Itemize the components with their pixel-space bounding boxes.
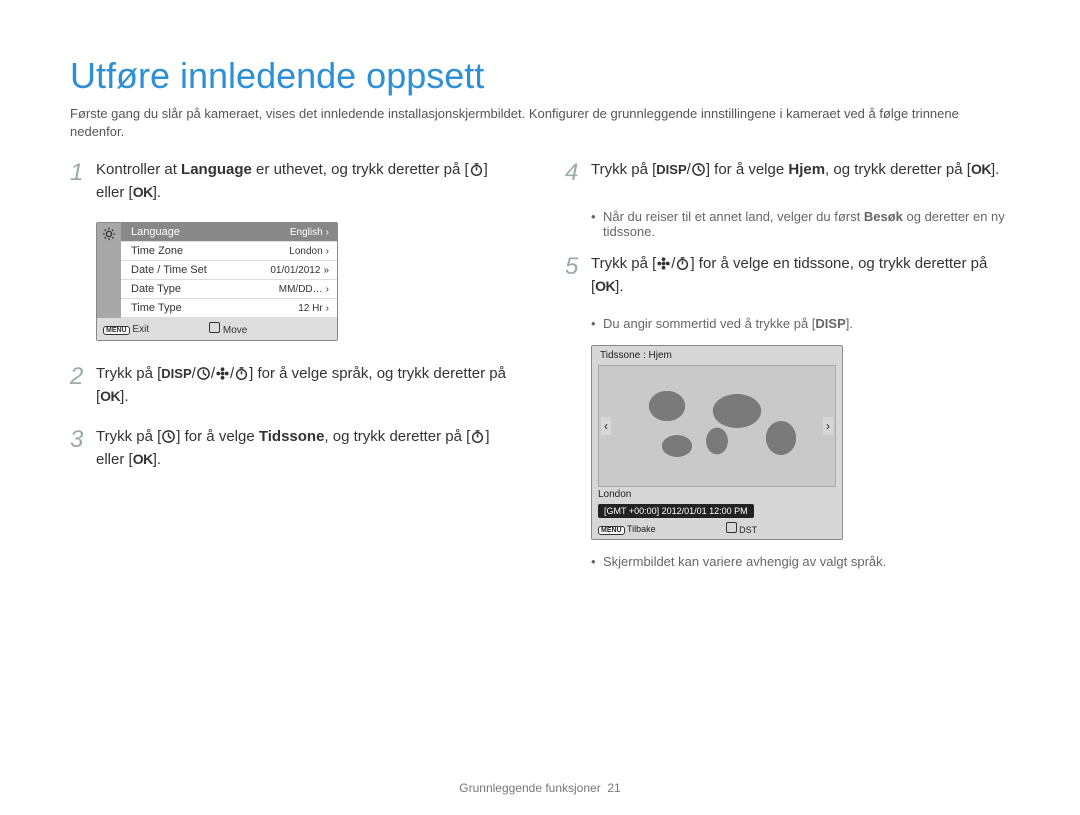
step-text: ]. <box>991 161 999 178</box>
settings-label: Date / Time Set <box>131 264 207 276</box>
step-number: 4 <box>565 155 591 191</box>
step-text: Trykk på [ <box>591 161 656 178</box>
note-item: Du angir sommertid ved å trykke på [DISP… <box>591 316 1010 331</box>
flower-icon <box>215 366 230 381</box>
settings-value: London <box>289 246 322 257</box>
step-1: 1 Kontroller at Language er uthevet, og … <box>70 159 515 204</box>
disp-icon: DISP <box>815 316 845 331</box>
settings-row-datetime: Date / Time Set 01/01/2012» <box>121 261 337 280</box>
step-text: ]. <box>120 388 128 405</box>
ok-icon: OK <box>133 451 153 467</box>
map-city: London <box>598 489 631 500</box>
step-text: Trykk på [ <box>96 428 161 445</box>
chevron-right-icon: › <box>326 284 329 295</box>
footer-section: Grunnleggende funksjoner <box>459 781 600 795</box>
note-list: Skjermbildet kan variere avhengig av val… <box>591 554 1010 569</box>
settings-value: MM/DD… <box>279 284 323 295</box>
chevron-right-icon: › <box>326 303 329 314</box>
page-footer: Grunnleggende funksjoner 21 <box>0 781 1080 795</box>
step-number: 3 <box>70 422 96 471</box>
step-text: er uthevet, og trykk deretter på [ <box>252 161 469 178</box>
step-text: Trykk på [ <box>591 255 656 272</box>
step-number: 2 <box>70 359 96 408</box>
step-2: 2 Trykk på [DISP///] for å velge språk, … <box>70 363 515 408</box>
back-label: Tilbake <box>627 524 656 534</box>
move-label: Move <box>223 325 247 336</box>
step-text: Kontroller at <box>96 161 181 178</box>
step-number: 1 <box>70 155 96 204</box>
settings-value: 12 Hr <box>298 303 322 314</box>
timezone-screenshot: Tidssone : Hjem ‹ › London [GMT +00:00] … <box>591 345 843 540</box>
step-text: ] for å velge <box>176 428 259 445</box>
clockface-icon <box>691 162 706 177</box>
note-list: Du angir sommertid ved å trykke på [DISP… <box>591 316 1010 331</box>
step-4: 4 Trykk på [DISP/] for å velge Hjem, og … <box>565 159 1010 191</box>
step-text: , og trykk deretter på [ <box>825 161 971 178</box>
map-title: Tidssone : Hjem <box>592 346 842 365</box>
chevron-right-icon: › <box>326 246 329 257</box>
ok-icon: OK <box>971 161 991 177</box>
step-5: 5 Trykk på [/] for å velge en tidssone, … <box>565 253 1010 298</box>
settings-label: Time Type <box>131 302 182 314</box>
dst-icon <box>726 522 737 533</box>
step-3: 3 Trykk på [] for å velge Tidssone, og t… <box>70 426 515 471</box>
note-bold: Besøk <box>864 209 903 224</box>
timer-icon <box>234 366 249 381</box>
note-text: Du angir sommertid ved å trykke på [ <box>603 316 815 331</box>
step-number: 5 <box>565 249 591 298</box>
note-item: Skjermbildet kan variere avhengig av val… <box>591 554 1010 569</box>
move-icon <box>209 322 220 333</box>
gear-icon <box>97 223 121 318</box>
page-title: Utføre innledende oppsett <box>70 55 1010 97</box>
clockface-icon <box>161 429 176 444</box>
chevron-right-icon: › <box>823 417 833 435</box>
settings-row-language: Language English› <box>121 223 337 242</box>
note-text: ]. <box>846 316 853 331</box>
note-list: Når du reiser til et annet land, velger … <box>591 209 1010 239</box>
step-bold: Language <box>181 161 252 178</box>
step-text: ]. <box>153 184 161 201</box>
exit-label: Exit <box>132 324 149 335</box>
chevron-right-icon: » <box>323 265 329 276</box>
settings-row-datetype: Date Type MM/DD…› <box>121 280 337 299</box>
right-column: 4 Trykk på [DISP/] for å velge Hjem, og … <box>565 159 1010 583</box>
disp-icon: DISP <box>161 366 191 381</box>
note-item: Når du reiser til et annet land, velger … <box>591 209 1010 239</box>
step-text: ] for å velge <box>706 161 789 178</box>
disp-icon: DISP <box>656 162 686 177</box>
dst-label: DST <box>739 525 757 535</box>
note-text: Når du reiser til et annet land, velger … <box>603 209 864 224</box>
menu-icon: MENU <box>103 326 130 335</box>
clockface-icon <box>196 366 211 381</box>
map-gmt-label: [GMT +00:00] 2012/01/01 12:00 PM <box>598 504 754 518</box>
chevron-left-icon: ‹ <box>601 417 611 435</box>
ok-icon: OK <box>595 278 615 294</box>
menu-icon: MENU <box>598 526 625 535</box>
ok-icon: OK <box>133 184 153 200</box>
settings-row-timezone: Time Zone London › <box>121 242 337 261</box>
flower-icon <box>656 256 671 271</box>
timer-icon <box>469 162 484 177</box>
left-column: 1 Kontroller at Language er uthevet, og … <box>70 159 515 583</box>
step-bold: Tidssone <box>259 428 325 445</box>
step-text: ]. <box>153 451 161 468</box>
timer-icon <box>675 256 690 271</box>
step-text: ]. <box>615 278 623 295</box>
settings-value: English <box>290 227 323 238</box>
settings-screenshot: Language English› Time Zone London› Date… <box>96 222 338 341</box>
step-bold: Hjem <box>788 161 825 178</box>
ok-icon: OK <box>100 388 120 404</box>
intro-text: Første gang du slår på kameraet, vises d… <box>70 105 1010 141</box>
world-map: ‹ › <box>598 365 836 487</box>
settings-label: Date Type <box>131 283 181 295</box>
settings-label: Time Zone <box>131 245 183 257</box>
timer-icon <box>470 429 485 444</box>
settings-value: 01/01/2012 <box>270 265 320 276</box>
step-text: Trykk på [ <box>96 365 161 382</box>
footer-page-number: 21 <box>607 781 620 795</box>
settings-row-timetype: Time Type 12 Hr › <box>121 299 337 318</box>
settings-label: Language <box>131 226 180 238</box>
chevron-right-icon: › <box>326 227 329 238</box>
step-text: , og trykk deretter på [ <box>324 428 470 445</box>
